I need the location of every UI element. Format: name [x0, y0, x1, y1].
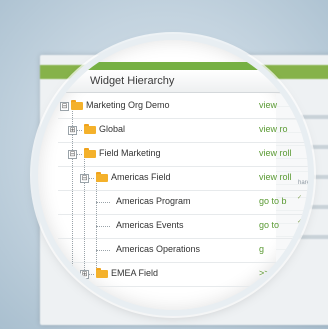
tree-item-action-link[interactable]: view roll — [259, 172, 292, 182]
tree-connector — [96, 250, 110, 251]
tree-item-label: Americas Events — [116, 220, 184, 230]
magnifier-lens: Widget Hierarchy hare ✓ ✓ ✓ ✓ ⊟ Marketin… — [38, 40, 308, 310]
tree-item-action-link[interactable]: view ro — [259, 124, 288, 134]
expand-icon[interactable]: ⊞ — [68, 126, 77, 135]
tree-row[interactable]: Americas Program go to b — [58, 190, 308, 215]
tree-item-action-link[interactable]: go to — [259, 220, 279, 230]
tree-row[interactable]: Americas Operations g — [58, 238, 308, 263]
panel-header: Widget Hierarchy — [58, 70, 308, 93]
tree-row[interactable]: ⊟ Americas Field view roll — [58, 166, 308, 191]
tree-item-action-link[interactable]: g — [259, 244, 264, 254]
tree-item-label: Marketing Org Demo — [86, 100, 170, 110]
collapse-icon[interactable]: ⊟ — [68, 150, 77, 159]
tree-connector — [96, 226, 110, 227]
tree-item-action-link[interactable]: go to b — [259, 196, 287, 206]
tree-item-label: Field Marketing — [99, 148, 161, 158]
folder-icon — [96, 268, 108, 278]
widget-hierarchy-panel: Widget Hierarchy hare ✓ ✓ ✓ ✓ ⊟ Marketin… — [38, 40, 308, 310]
tree-item-action-link[interactable]: >> — [259, 268, 270, 278]
tree-connector — [96, 202, 110, 203]
tree-row[interactable]: ⊞ EMEA Field >> — [58, 262, 308, 287]
tree-item-label: Americas Field — [111, 172, 171, 182]
expand-icon[interactable]: ⊞ — [80, 270, 89, 279]
tree-row[interactable]: ⊞ Global view ro — [58, 118, 308, 143]
collapse-icon[interactable]: ⊟ — [80, 174, 89, 183]
tree-item-label: Americas Program — [116, 196, 191, 206]
tree-row[interactable]: ⊟ Marketing Org Demo view — [58, 94, 308, 119]
tree-item-label: Global — [99, 124, 126, 134]
folder-icon — [84, 124, 96, 134]
folder-icon — [96, 172, 108, 182]
tree-row[interactable]: ⊟ Field Marketing view roll — [58, 142, 308, 167]
folder-icon — [84, 148, 96, 158]
collapse-icon[interactable]: ⊟ — [60, 102, 69, 111]
tree-row[interactable]: Americas Events go to — [58, 214, 308, 239]
tree-item-action-link[interactable]: view — [259, 100, 277, 110]
panel-title: Widget Hierarchy — [90, 75, 175, 87]
folder-icon — [71, 100, 83, 110]
tree-item-action-link[interactable]: view roll — [259, 148, 292, 158]
tree-item-label: EMEA Field — [111, 268, 159, 278]
header-accent-bar — [58, 62, 308, 70]
tree-item-label: Americas Operations — [116, 244, 201, 254]
